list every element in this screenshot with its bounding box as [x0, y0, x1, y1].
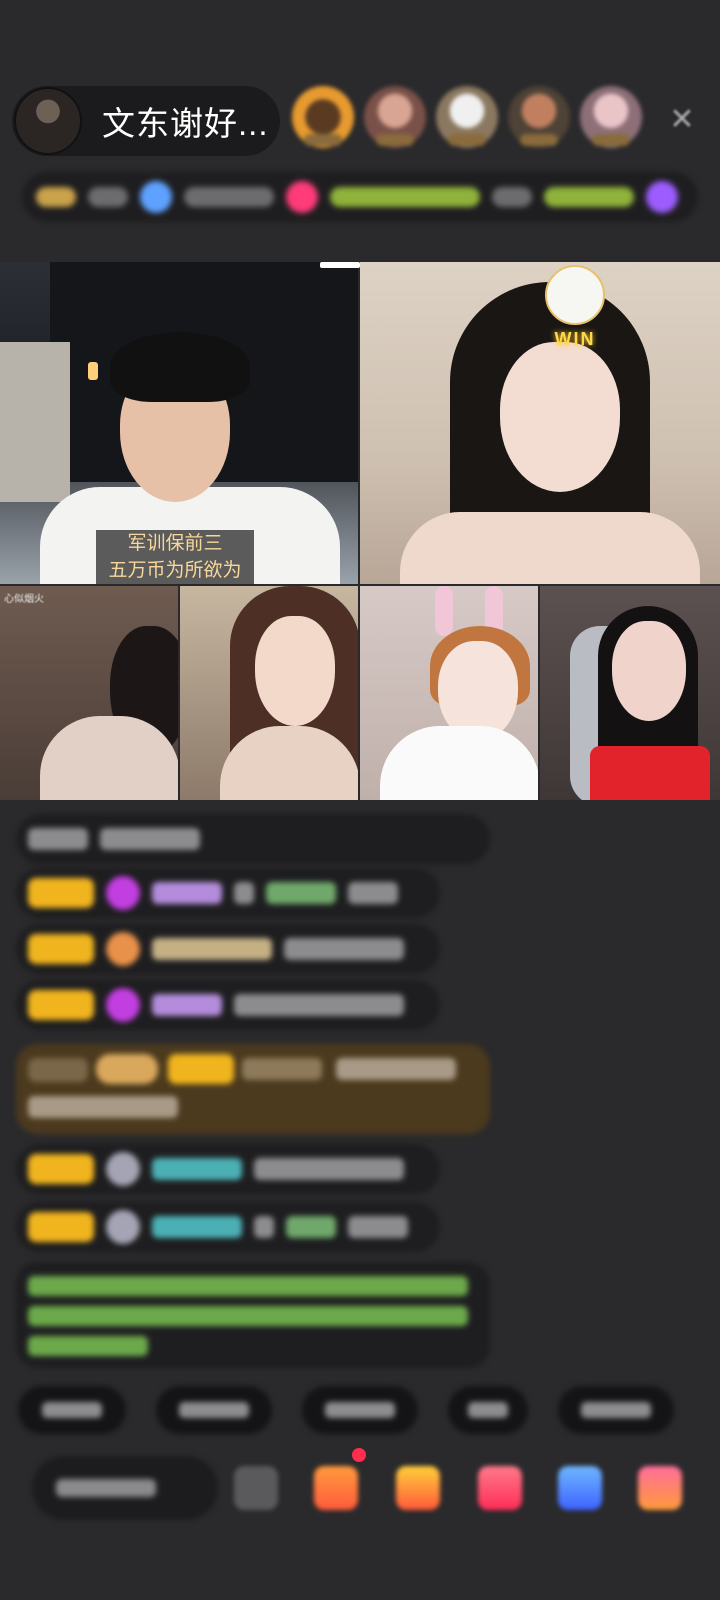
viewer-avatar[interactable]: [508, 86, 570, 148]
badge-icon[interactable]: [646, 181, 678, 213]
quick-reply-button[interactable]: [156, 1386, 272, 1434]
status-text: [492, 187, 532, 207]
top-viewers: [292, 86, 642, 148]
win-sticker: WIN: [530, 265, 620, 365]
level-badge: [28, 1212, 94, 1242]
status-bar[interactable]: [22, 172, 698, 222]
quick-reply-button[interactable]: [448, 1386, 528, 1434]
chat-message[interactable]: [16, 1202, 440, 1252]
subtitle-line: 军训保前三: [127, 533, 223, 554]
diamond-icon: [106, 876, 140, 910]
level-badge: [28, 990, 94, 1020]
gift-box-icon[interactable]: [314, 1466, 358, 1510]
username[interactable]: [266, 882, 336, 904]
notification-dot: [352, 1448, 366, 1462]
status-text: [88, 187, 128, 207]
close-icon[interactable]: ✕: [664, 102, 700, 138]
rank-icon[interactable]: [36, 187, 76, 207]
chat-message[interactable]: [16, 868, 440, 918]
grid-app-icon[interactable]: [638, 1466, 682, 1510]
heart-gift-icon[interactable]: [478, 1466, 522, 1510]
guest-video-tile[interactable]: [540, 586, 720, 800]
username[interactable]: [152, 994, 222, 1016]
gift-icon[interactable]: [286, 181, 318, 213]
chat-message[interactable]: [16, 924, 440, 974]
bottom-toolbar: [18, 1456, 718, 1526]
quick-reply-button[interactable]: [558, 1386, 674, 1434]
host-avatar[interactable]: [14, 87, 82, 155]
member-icon: [106, 1152, 140, 1186]
diamond-icon: [106, 988, 140, 1022]
level-badge: [28, 878, 94, 908]
username[interactable]: [152, 882, 222, 904]
status-text: [544, 187, 634, 207]
viewer-avatar[interactable]: [364, 86, 426, 148]
chat-system-message: [16, 814, 490, 864]
username[interactable]: [286, 1216, 336, 1238]
chat-message[interactable]: [16, 980, 440, 1030]
username[interactable]: [152, 1158, 242, 1180]
video-subtitle: 军训保前三 五万币为所欲为: [96, 530, 254, 586]
more-icon[interactable]: [234, 1466, 278, 1510]
viewer-avatar[interactable]: [580, 86, 642, 148]
chat-highlight-message[interactable]: [16, 1044, 490, 1134]
subtitle-line: 五万币为所欲为: [108, 560, 242, 581]
guest-video-tile[interactable]: [360, 586, 538, 800]
duck-icon: [545, 265, 605, 325]
treasure-icon[interactable]: [396, 1466, 440, 1510]
username[interactable]: [152, 1216, 242, 1238]
guest-video-tile[interactable]: 心似烟火: [0, 586, 178, 800]
quick-reply-bar: [18, 1386, 674, 1434]
status-text: [330, 187, 480, 207]
viewer-avatar[interactable]: [292, 86, 354, 148]
viewer-avatar[interactable]: [436, 86, 498, 148]
chat-notice: [16, 1262, 490, 1368]
host-name: 文东谢好...: [102, 105, 269, 142]
tile-label: 心似烟火: [4, 594, 44, 605]
level-badge: [28, 1154, 94, 1184]
star-icon[interactable]: [140, 181, 172, 213]
progress-indicator: [320, 262, 360, 268]
host-info[interactable]: 文东谢好...: [12, 86, 280, 156]
guest-video-tile[interactable]: [180, 586, 358, 800]
quick-reply-button[interactable]: [302, 1386, 418, 1434]
chat-input[interactable]: [32, 1456, 218, 1520]
sticker-text: WIN: [554, 329, 596, 349]
chat-message[interactable]: [16, 1144, 440, 1194]
fan-icon: [106, 932, 140, 966]
level-badge: [28, 934, 94, 964]
game-icon[interactable]: [558, 1466, 602, 1510]
member-icon: [106, 1210, 140, 1244]
username[interactable]: [152, 938, 272, 960]
status-text: [184, 187, 274, 207]
quick-reply-button[interactable]: [18, 1386, 126, 1434]
